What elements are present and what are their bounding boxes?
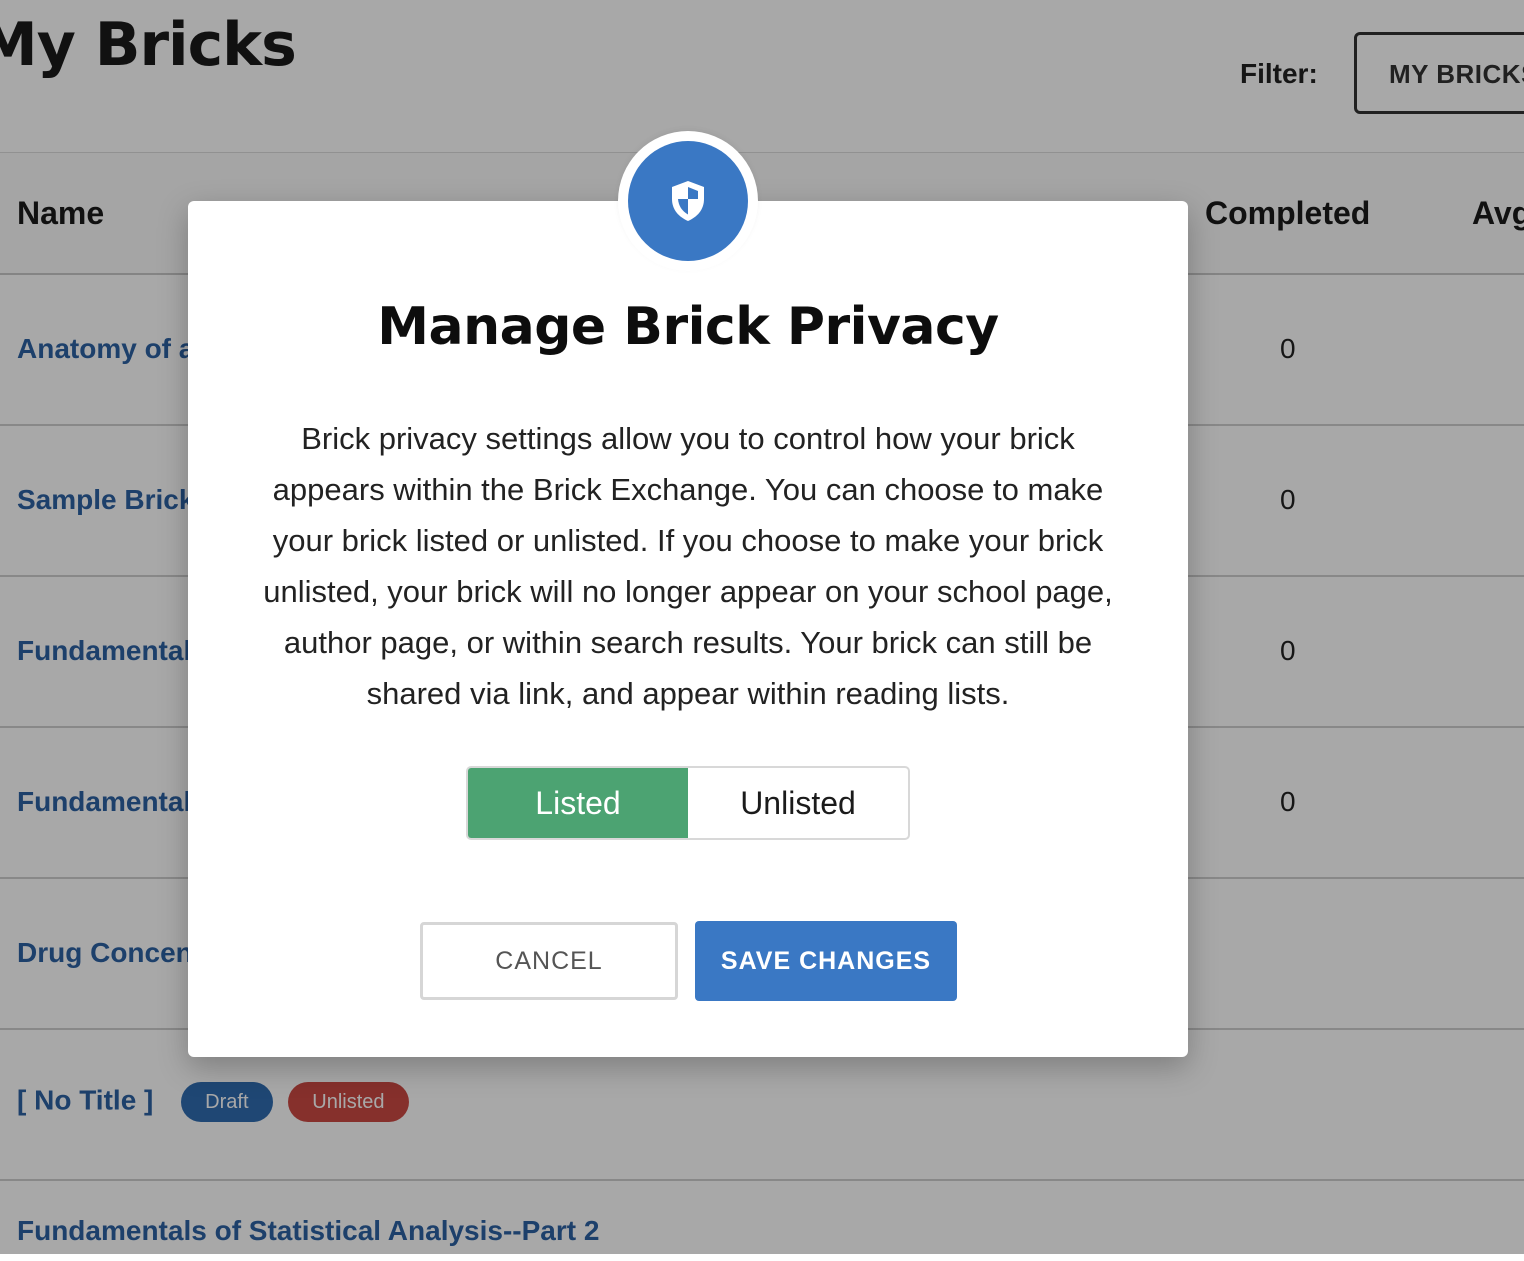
listed-option[interactable]: Listed <box>468 768 688 838</box>
modal-icon-badge <box>618 131 758 271</box>
modal-title: Manage Brick Privacy <box>377 297 999 357</box>
privacy-toggle: Listed Unlisted <box>466 766 910 840</box>
modal-description: Brick privacy settings allow you to cont… <box>263 421 1113 711</box>
save-changes-button[interactable]: SAVE CHANGES <box>695 921 957 1001</box>
privacy-modal: Manage Brick Privacy Brick privacy setti… <box>188 201 1188 1057</box>
shield-icon <box>628 141 748 261</box>
cancel-button[interactable]: CANCEL <box>420 922 678 1000</box>
unlisted-option[interactable]: Unlisted <box>688 768 908 838</box>
